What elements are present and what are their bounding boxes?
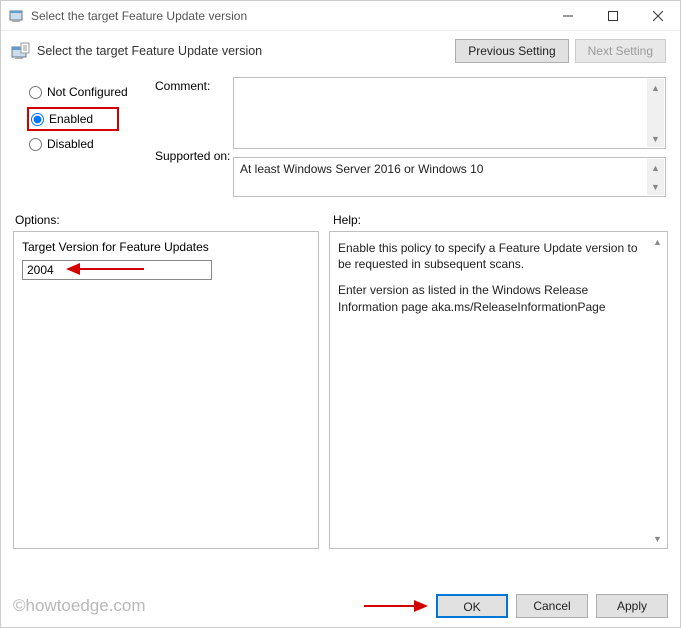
fields-column: ▲ ▼ At least Windows Server 2016 or Wind… [233,75,666,197]
options-panel: Target Version for Feature Updates [13,231,319,549]
supported-on-value: At least Windows Server 2016 or Windows … [240,162,483,176]
header-row: Select the target Feature Update version… [1,31,680,71]
comment-textarea[interactable]: ▲ ▼ [233,77,666,149]
previous-setting-button[interactable]: Previous Setting [455,39,568,63]
radio-not-configured[interactable]: Not Configured [29,85,155,99]
radio-not-configured-input[interactable] [29,86,42,99]
supported-on-label: Supported on: [155,149,233,163]
config-area: Not Configured Enabled Disabled Comment:… [1,71,680,203]
target-version-input[interactable] [22,260,212,280]
help-heading: Help: [333,213,361,227]
scroll-up-icon[interactable]: ▲ [647,159,664,176]
radio-enabled-label: Enabled [49,112,93,126]
arrow-annotation-icon [362,597,428,615]
field-labels-column: Comment: Supported on: [155,75,233,197]
scroll-down-icon[interactable]: ▼ [649,530,666,547]
scroll-up-icon[interactable]: ▲ [649,233,666,250]
radio-not-configured-label: Not Configured [47,85,128,99]
scroll-down-icon[interactable]: ▼ [647,130,664,147]
ok-button[interactable]: OK [436,594,508,618]
titlebar: Select the target Feature Update version [1,1,680,31]
window-title: Select the target Feature Update version [31,9,247,23]
comment-label: Comment: [155,79,233,93]
close-button[interactable] [635,1,680,31]
lower-labels: Options: Help: [1,203,680,231]
minimize-button[interactable] [545,1,590,31]
supported-on-box: At least Windows Server 2016 or Windows … [233,157,666,197]
radio-enabled[interactable]: Enabled [31,112,93,126]
maximize-button[interactable] [590,1,635,31]
target-version-label: Target Version for Feature Updates [22,240,310,254]
comment-scrollbar[interactable]: ▲ ▼ [647,79,664,147]
radio-disabled[interactable]: Disabled [29,137,155,151]
lower-panels: Target Version for Feature Updates Enabl… [1,231,680,549]
scroll-up-icon[interactable]: ▲ [647,79,664,96]
next-setting-button: Next Setting [575,39,666,63]
options-heading: Options: [15,213,333,227]
enabled-highlight: Enabled [27,107,119,131]
dialog-buttons: OK Cancel Apply [362,594,668,618]
nav-buttons: Previous Setting Next Setting [455,39,666,63]
help-panel: Enable this policy to specify a Feature … [329,231,668,549]
watermark: ©howtoedge.com [13,596,146,616]
policy-icon [11,42,31,60]
supported-scrollbar[interactable]: ▲ ▼ [647,159,664,195]
help-scrollbar[interactable]: ▲ ▼ [649,233,666,547]
radio-disabled-label: Disabled [47,137,94,151]
header-title: Select the target Feature Update version [37,44,262,58]
app-icon [9,8,25,24]
help-paragraph-2: Enter version as listed in the Windows R… [338,282,643,314]
radio-disabled-input[interactable] [29,138,42,151]
scroll-down-icon[interactable]: ▼ [647,178,664,195]
cancel-button[interactable]: Cancel [516,594,588,618]
help-paragraph-1: Enable this policy to specify a Feature … [338,240,643,272]
radio-column: Not Configured Enabled Disabled [15,75,155,197]
help-text: Enable this policy to specify a Feature … [338,240,643,315]
bottom-bar: ©howtoedge.com OK Cancel Apply [1,585,680,627]
window-controls [545,1,680,31]
radio-enabled-input[interactable] [31,113,44,126]
apply-button[interactable]: Apply [596,594,668,618]
